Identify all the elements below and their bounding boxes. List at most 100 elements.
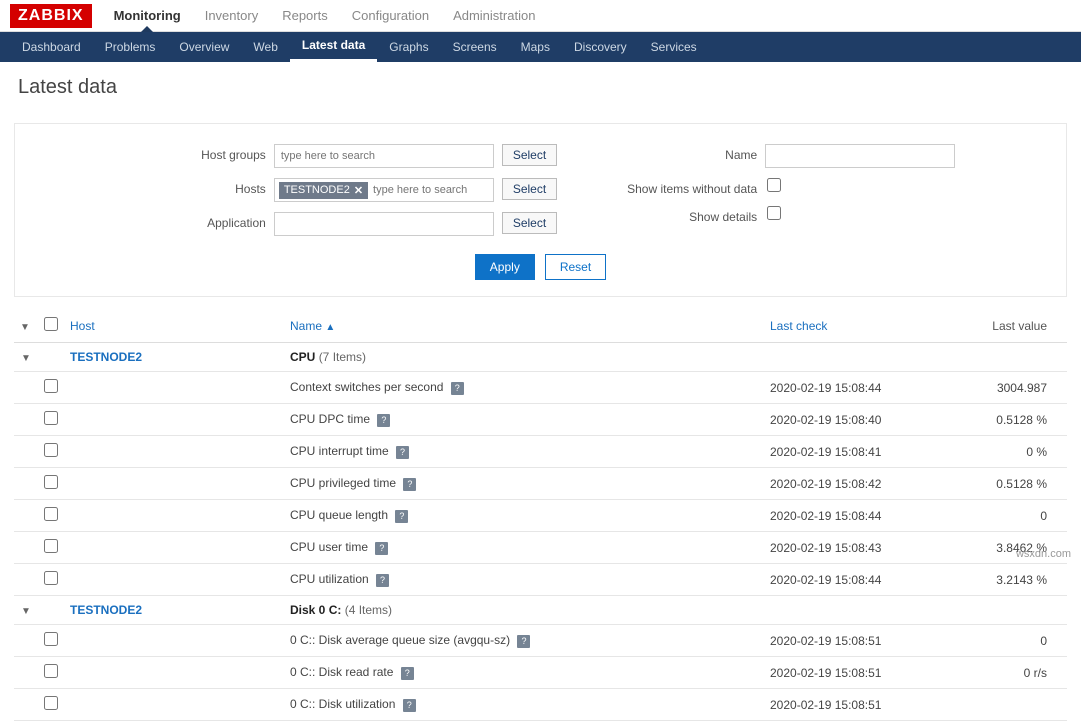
application-select-button[interactable]: Select	[502, 212, 557, 234]
sub-nav-maps[interactable]: Maps	[509, 32, 562, 62]
host-groups-input[interactable]	[274, 144, 494, 168]
show-without-data-checkbox[interactable]	[767, 178, 781, 192]
info-icon[interactable]: ?	[377, 414, 390, 427]
info-icon[interactable]: ?	[403, 699, 416, 712]
host-link[interactable]: TESTNODE2	[70, 603, 142, 617]
sub-nav-discovery[interactable]: Discovery	[562, 32, 639, 62]
hosts-input[interactable]: TESTNODE2 ✕	[274, 178, 494, 202]
group-name: CPU	[290, 350, 315, 364]
row-checkbox[interactable]	[44, 443, 58, 457]
item-name: CPU queue length	[290, 508, 388, 522]
label-show-details: Show details	[617, 206, 757, 224]
sub-nav-problems[interactable]: Problems	[93, 32, 168, 62]
row-checkbox[interactable]	[44, 475, 58, 489]
row-checkbox[interactable]	[44, 411, 58, 425]
show-details-checkbox[interactable]	[767, 206, 781, 220]
sub-nav-latest-data[interactable]: Latest data	[290, 32, 377, 62]
item-lastcheck: 2020-02-19 15:08:42	[764, 468, 944, 500]
col-header-host[interactable]: Host	[64, 309, 284, 343]
info-icon[interactable]: ?	[376, 574, 389, 587]
info-icon[interactable]: ?	[396, 446, 409, 459]
sub-nav-overview[interactable]: Overview	[167, 32, 241, 62]
info-icon[interactable]: ?	[517, 635, 530, 648]
sub-nav-web[interactable]: Web	[241, 32, 289, 62]
top-menu-reports[interactable]: Reports	[270, 0, 340, 31]
sub-nav-screens[interactable]: Screens	[441, 32, 509, 62]
top-menu-administration[interactable]: Administration	[441, 0, 547, 31]
item-row: CPU interrupt time ? 2020-02-19 15:08:410…	[14, 436, 1067, 468]
item-name: 0 C:: Disk average queue size (avgqu-sz)	[290, 633, 510, 647]
sub-nav-dashboard[interactable]: Dashboard	[10, 32, 93, 62]
item-lastcheck: 2020-02-19 15:08:44	[764, 500, 944, 532]
group-row: ▼TESTNODE2Disk 0 C: (4 Items)	[14, 596, 1067, 625]
select-all-checkbox[interactable]	[44, 317, 58, 331]
label-show-without-data: Show items without data	[617, 178, 757, 196]
top-menu-monitoring[interactable]: Monitoring	[102, 0, 193, 31]
reset-button[interactable]: Reset	[545, 254, 606, 280]
hosts-search[interactable]	[371, 182, 489, 198]
item-row: 0 C:: Disk average queue size (avgqu-sz)…	[14, 625, 1067, 657]
watermark: wsxdn.com	[1016, 548, 1071, 560]
row-checkbox[interactable]	[44, 696, 58, 710]
label-host-groups: Host groups	[126, 144, 266, 162]
host-groups-select-button[interactable]: Select	[502, 144, 557, 166]
top-menu-configuration[interactable]: Configuration	[340, 0, 441, 31]
group-count: (7 Items)	[319, 350, 366, 364]
row-checkbox[interactable]	[44, 539, 58, 553]
group-collapse-icon[interactable]: ▼	[21, 606, 31, 617]
remove-tag-icon[interactable]: ✕	[354, 184, 363, 197]
host-link[interactable]: TESTNODE2	[70, 350, 142, 364]
col-header-name[interactable]: Name ▲	[284, 309, 764, 343]
hosts-select-button[interactable]: Select	[502, 178, 557, 200]
application-search[interactable]	[279, 216, 489, 232]
item-lastvalue: 0	[944, 500, 1067, 532]
info-icon[interactable]: ?	[403, 478, 416, 491]
col-header-lastcheck[interactable]: Last check	[764, 309, 944, 343]
row-checkbox[interactable]	[44, 632, 58, 646]
apply-button[interactable]: Apply	[475, 254, 535, 280]
info-icon[interactable]: ?	[401, 667, 414, 680]
item-lastvalue: 0 %	[944, 436, 1067, 468]
item-row: CPU privileged time ?2020-02-19 15:08:42…	[14, 468, 1067, 500]
col-header-lastvalue: Last value	[944, 309, 1067, 343]
row-checkbox[interactable]	[44, 507, 58, 521]
info-icon[interactable]: ?	[395, 510, 408, 523]
row-checkbox[interactable]	[44, 571, 58, 585]
info-icon[interactable]: ?	[451, 382, 464, 395]
item-lastcheck: 2020-02-19 15:08:51	[764, 689, 944, 721]
item-lastvalue: 0 r/s	[944, 657, 1067, 689]
item-lastvalue: 3.2143 %	[944, 564, 1067, 596]
host-groups-search[interactable]	[279, 148, 489, 164]
item-lastvalue: 0	[944, 625, 1067, 657]
sort-asc-icon: ▲	[325, 322, 335, 333]
row-checkbox[interactable]	[44, 664, 58, 678]
item-lastvalue	[944, 689, 1067, 721]
row-checkbox[interactable]	[44, 379, 58, 393]
item-name: CPU utilization	[290, 572, 369, 586]
item-row: 0 C:: Disk utilization ?2020-02-19 15:08…	[14, 689, 1067, 721]
group-row: ▼ TESTNODE2 CPU (7 Items)	[14, 343, 1067, 372]
item-lastvalue: 0.5128 %	[944, 468, 1067, 500]
item-name: CPU interrupt time	[290, 444, 389, 458]
item-lastcheck: 2020-02-19 15:08:51	[764, 657, 944, 689]
name-input[interactable]	[765, 144, 955, 168]
group-count: (4 Items)	[345, 603, 392, 617]
item-name: CPU DPC time	[290, 412, 370, 426]
item-lastcheck: 2020-02-19 15:08:44	[764, 564, 944, 596]
logo: ZABBIX	[10, 4, 92, 28]
application-input[interactable]	[274, 212, 494, 236]
item-row: CPU queue length ? 2020-02-19 15:08:440	[14, 500, 1067, 532]
sub-nav: DashboardProblemsOverviewWebLatest dataG…	[0, 32, 1081, 62]
item-lastcheck: 2020-02-19 15:08:41	[764, 436, 944, 468]
sub-nav-graphs[interactable]: Graphs	[377, 32, 440, 62]
item-lastcheck: 2020-02-19 15:08:51	[764, 625, 944, 657]
sub-nav-services[interactable]: Services	[639, 32, 709, 62]
group-collapse-icon[interactable]: ▼	[21, 353, 31, 364]
expand-all-icon[interactable]: ▼	[20, 322, 30, 333]
label-application: Application	[126, 212, 266, 230]
top-menu-inventory[interactable]: Inventory	[193, 0, 270, 31]
item-lastcheck: 2020-02-19 15:08:44	[764, 372, 944, 404]
host-tag[interactable]: TESTNODE2 ✕	[279, 182, 368, 199]
info-icon[interactable]: ?	[375, 542, 388, 555]
label-name: Name	[617, 144, 757, 162]
